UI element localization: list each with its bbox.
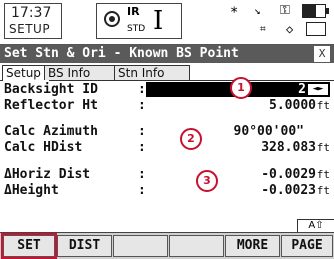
battery-icon [302, 4, 329, 18]
time-mode-box: 17:37 SETUP [4, 3, 62, 39]
delta-height-value: -0.0023 [261, 183, 316, 198]
bluetooth-icon: ∗ [230, 2, 239, 18]
softkey-f4[interactable] [169, 235, 224, 257]
calc-azimuth-value: 90°00'00" [233, 124, 304, 139]
clock-time: 17:37 [11, 5, 52, 21]
delta-horiz-dist-unit: ft [316, 168, 330, 181]
app-mode: SETUP [9, 22, 51, 36]
status-bar: 17:37 SETUP IR STD I ∗ ↘ ⚿ ⌗ ◇ [0, 0, 334, 45]
calc-hdist-row: Calc HDist : 328.083 ft [4, 140, 330, 156]
reflector-ht-label: Reflector Ht [4, 98, 98, 113]
signal-icon: ⌗ [260, 24, 266, 35]
sd-card-icon: ◇ [286, 22, 294, 36]
reflector-ht-unit: ft [316, 99, 330, 112]
dialog-title-bar: Set Stn & Ori - Known BS Point X [0, 45, 334, 63]
callout-2: 2 [180, 128, 202, 150]
softkey-set[interactable]: SET [1, 233, 57, 259]
delta-height-row: ΔHeight : -0.0023 ft [4, 183, 330, 199]
backsight-id-label: Backsight ID [4, 82, 98, 97]
calc-azimuth-label: Calc Azimuth [4, 124, 98, 139]
calc-hdist-unit: ft [316, 141, 330, 154]
softkey-more[interactable]: MORE [225, 235, 280, 257]
lock-icon: ⚿ [280, 3, 290, 18]
delta-horiz-dist-row: ΔHoriz Dist : -0.0029 ft [4, 167, 330, 183]
calc-azimuth-colon: : [138, 124, 146, 139]
cursor-i-icon: I [153, 6, 164, 36]
drive-icon [306, 22, 326, 36]
softkey-bar: SET DIST MORE PAGE [0, 232, 334, 259]
input-mode-indicator: A⇧ [297, 219, 334, 233]
backsight-id-list-arrows[interactable]: ◄► [308, 84, 328, 95]
backsight-id-value: 2 [298, 82, 306, 97]
delta-horiz-dist-label: ΔHoriz Dist [4, 167, 91, 182]
delta-height-label: ΔHeight [4, 183, 59, 198]
tab-bar: Setup BS Info Stn Info [0, 64, 334, 81]
reflector-ht-value[interactable]: 5.0000 [269, 98, 316, 113]
calc-azimuth-row: Calc Azimuth : 90°00'00" [4, 124, 330, 140]
calc-hdist-value: 328.083 [261, 140, 316, 155]
callout-3: 3 [196, 170, 218, 192]
target-icon [104, 11, 120, 27]
backsight-id-colon: : [138, 82, 146, 97]
edm-sub-label: STD [127, 24, 146, 34]
callout-1: 1 [230, 77, 252, 99]
softkey-f3[interactable] [113, 235, 168, 257]
delta-height-colon: : [138, 183, 146, 198]
backsight-id-row: Backsight ID : 2 ◄► [4, 82, 330, 98]
instrument-screen: 17:37 SETUP IR STD I ∗ ↘ ⚿ ⌗ ◇ Set Stn &… [0, 0, 334, 259]
calc-hdist-colon: : [138, 140, 146, 155]
close-button[interactable]: X [314, 46, 330, 62]
dialog-title: Set Stn & Ori - Known BS Point [4, 46, 239, 61]
softkey-dist[interactable]: DIST [57, 235, 112, 257]
reflector-ht-row: Reflector Ht : 5.0000 ft [4, 98, 330, 114]
edm-mode-box[interactable]: IR STD I [96, 3, 182, 39]
compensator-icon: ↘ [254, 4, 261, 17]
tab-bs-info[interactable]: BS Info [44, 65, 120, 80]
delta-horiz-dist-value: -0.0029 [261, 167, 316, 182]
edm-mode-label: IR [127, 5, 140, 18]
delta-height-unit: ft [316, 184, 330, 197]
reflector-ht-colon: : [138, 98, 146, 113]
delta-horiz-dist-colon: : [138, 167, 146, 182]
tab-stn-info[interactable]: Stn Info [114, 65, 190, 80]
calc-hdist-label: Calc HDist [4, 140, 83, 155]
softkey-page[interactable]: PAGE [281, 235, 333, 257]
tab-setup[interactable]: Setup [2, 65, 50, 81]
battery-fill [303, 5, 317, 17]
